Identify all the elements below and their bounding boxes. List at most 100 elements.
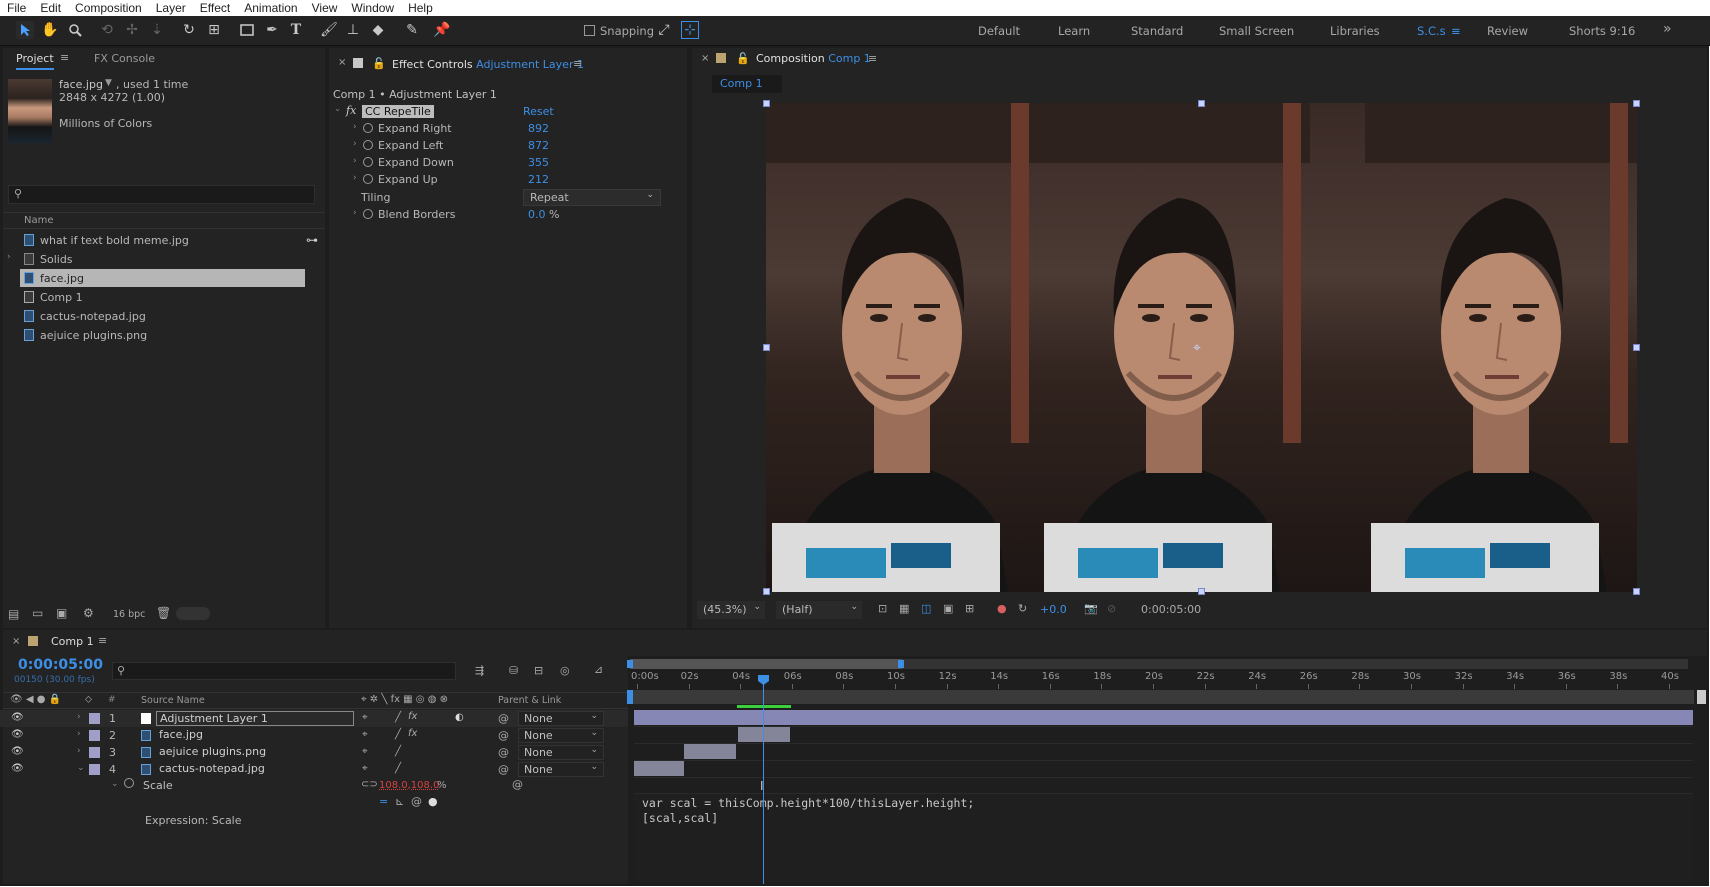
effect-controls-tab[interactable]: Effect Controls Adjustment Layer 1 <box>392 58 584 71</box>
transform-handle[interactable] <box>1633 344 1640 351</box>
menu-effect[interactable]: Effect <box>193 0 237 16</box>
workspace-menu-icon[interactable]: ≡ <box>1451 24 1461 38</box>
quality-switch-icon[interactable]: ╱ <box>395 746 401 757</box>
exposure-value[interactable]: +0.0 <box>1040 603 1067 616</box>
time-navigator-range[interactable] <box>630 659 902 669</box>
menu-file[interactable]: File <box>0 0 33 16</box>
interpret-footage-icon[interactable]: ▤ <box>8 607 19 621</box>
expand-arrow-icon[interactable]: › <box>353 122 357 132</box>
shy-switch-icon[interactable]: ⌖ <box>362 712 368 723</box>
collapse-arrow-icon[interactable]: › <box>332 108 342 112</box>
composition-viewer[interactable] <box>766 103 1637 592</box>
scale-value[interactable]: 108.0,108.0 <box>379 780 439 791</box>
project-item-selected[interactable]: face.jpg <box>20 269 305 287</box>
parent-dropdown[interactable]: None ⌄ <box>518 745 604 760</box>
lock-icon[interactable]: 🔓 <box>736 52 750 65</box>
graph-editor-icon[interactable]: ⊿ <box>594 663 603 676</box>
zoom-dropdown[interactable]: (45.3%) ⌄ <box>697 601 765 619</box>
menu-view[interactable]: View <box>305 0 345 16</box>
stopwatch-icon[interactable] <box>363 174 373 184</box>
param-value[interactable]: 872 <box>528 139 549 152</box>
stopwatch-icon[interactable] <box>363 140 373 150</box>
expression-enable-icon[interactable]: = <box>379 795 388 808</box>
transform-handle[interactable] <box>1198 100 1205 107</box>
menu-animation[interactable]: Animation <box>237 0 304 16</box>
layer-name[interactable]: face.jpg <box>156 728 206 741</box>
shy-switch-icon[interactable]: ⌖ <box>362 746 368 757</box>
expand-arrow-icon[interactable]: › <box>353 173 357 183</box>
layer-name[interactable]: cactus-notepad.jpg <box>156 762 268 775</box>
quality-switch-icon[interactable]: ╱ <box>395 712 401 723</box>
project-menu-icon[interactable]: ≡ <box>60 51 69 64</box>
layer-row[interactable]: 👁 › 1 Adjustment Layer 1 ⌖ ╱ fx ◐ @ None ⌄ <box>0 710 628 727</box>
transform-handle[interactable] <box>1198 588 1205 595</box>
draft-3d-icon[interactable]: ⛁ <box>509 664 518 677</box>
parent-pickwhip-icon[interactable]: @ <box>498 746 509 759</box>
layer-row[interactable]: 👁 ⌄ 4 cactus-notepad.jpg ⌖ ╱ @ None ⌄ <box>0 761 628 778</box>
fx-icon[interactable]: fx <box>346 104 356 117</box>
param-value[interactable]: 0.0 <box>528 208 546 221</box>
workspace-libraries[interactable]: Libraries <box>1330 24 1380 38</box>
expression-line-2[interactable]: [scal,scal] <box>642 811 718 825</box>
stopwatch-icon[interactable] <box>124 778 134 788</box>
project-item[interactable]: cactus-notepad.jpg <box>20 307 305 325</box>
frame-blending-icon[interactable]: ⊟ <box>534 664 543 677</box>
layer-label-color[interactable] <box>89 747 100 758</box>
stopwatch-icon[interactable] <box>363 157 373 167</box>
adjust-settings-icon[interactable]: ⚙ <box>83 606 94 620</box>
dolly-camera-icon[interactable]: ⇣ <box>148 21 166 39</box>
fx-switch-icon[interactable]: fx <box>408 728 417 739</box>
fast-previews-icon[interactable]: ⊡ <box>878 602 887 615</box>
snap-icon[interactable]: ⤢ <box>655 21 673 39</box>
reset-button[interactable]: Reset <box>523 105 554 118</box>
navigator-end-handle[interactable] <box>898 660 904 668</box>
expand-arrow-icon[interactable]: › <box>353 156 357 166</box>
parent-pickwhip-icon[interactable]: @ <box>498 729 509 742</box>
layer-bar-aejuice[interactable] <box>684 744 736 759</box>
visibility-eye-icon[interactable]: 👁 <box>11 729 24 740</box>
column-name[interactable]: Name <box>24 215 54 226</box>
timeline-search-input[interactable] <box>112 662 456 680</box>
reset-exposure-icon[interactable]: ↻ <box>1018 602 1027 615</box>
param-value[interactable]: 355 <box>528 156 549 169</box>
expand-arrow-icon[interactable]: › <box>353 208 357 218</box>
workspaces-more-icon[interactable]: » <box>1663 21 1672 37</box>
visibility-eye-icon[interactable]: 👁 <box>11 746 24 757</box>
eraser-tool-icon[interactable]: ◆ <box>369 21 387 39</box>
show-snapshot-icon[interactable]: ⊘ <box>1107 602 1116 615</box>
tab-project[interactable]: Project <box>16 52 54 70</box>
project-item[interactable]: what if text bold meme.jpg <box>20 231 305 249</box>
comp-subtab[interactable]: Comp 1 <box>712 75 782 93</box>
expression-language-menu-icon[interactable]: ● <box>428 795 438 808</box>
project-search-input[interactable] <box>8 185 315 204</box>
column-number[interactable]: # <box>108 695 116 705</box>
mask-visibility-icon[interactable]: ◫ <box>921 602 931 615</box>
transform-handle[interactable] <box>763 588 770 595</box>
expression-pickwhip-icon[interactable]: @ <box>411 795 422 808</box>
workspace-review[interactable]: Review <box>1487 24 1528 38</box>
thumbnail-slider[interactable] <box>176 607 210 620</box>
tab-fx-console[interactable]: FX Console <box>94 52 155 65</box>
new-composition-icon[interactable]: ▣ <box>56 606 67 620</box>
project-item[interactable]: Solids <box>20 250 305 268</box>
orbit-camera-icon[interactable]: ⟲ <box>98 21 116 39</box>
composition-mini-flowchart-icon[interactable]: ⇶ <box>475 664 484 677</box>
layer-bar-cactus[interactable] <box>634 761 684 776</box>
pen-tool-icon[interactable]: ✒ <box>263 21 281 39</box>
close-tab-icon[interactable]: × <box>338 57 346 68</box>
project-item[interactable]: Comp 1 <box>20 288 305 306</box>
zoom-tool-icon[interactable] <box>66 21 84 39</box>
parent-dropdown[interactable]: None ⌄ <box>518 762 604 777</box>
menu-composition[interactable]: Composition <box>68 0 149 16</box>
fx-switch-icon[interactable]: fx <box>408 711 417 722</box>
expand-arrow-icon[interactable]: › <box>77 746 81 756</box>
work-area-end[interactable] <box>1697 690 1706 704</box>
timeline-timecode[interactable]: 0:00:05:00 <box>18 657 103 673</box>
layer-label-color[interactable] <box>89 764 100 775</box>
puppet-pin-icon[interactable]: 📌 <box>433 21 451 39</box>
close-tab-icon[interactable]: × <box>701 53 709 64</box>
link-icon[interactable]: ⊂⊃ <box>361 779 378 790</box>
parent-pickwhip-icon[interactable]: @ <box>498 763 509 776</box>
effect-header-row[interactable]: › fx CC RepeTile Reset <box>332 104 668 121</box>
transform-handle[interactable] <box>763 344 770 351</box>
